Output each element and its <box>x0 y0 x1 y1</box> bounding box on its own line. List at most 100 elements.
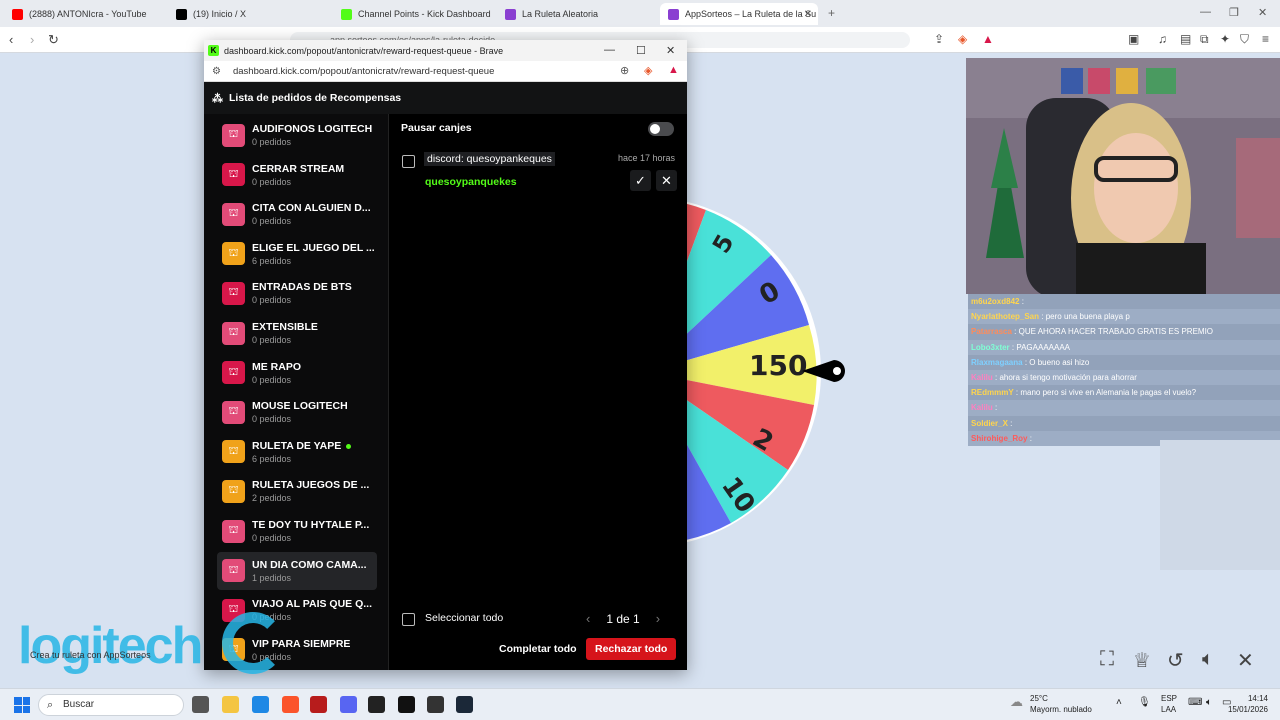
maximize-icon[interactable]: ❐ <box>1229 6 1239 19</box>
reward-item[interactable]: ⛫ TE DOY TU HYTALE P... 0 pedidos <box>217 512 377 550</box>
webcam-overlay <box>966 58 1280 294</box>
popup-close-icon[interactable]: ✕ <box>666 44 675 57</box>
reward-gift-icon: ⛫ <box>222 202 245 226</box>
sound-icon[interactable]: 🔈︎ <box>1202 648 1214 671</box>
tab-x[interactable]: (19) Inicio / X <box>168 3 328 25</box>
zoom-icon[interactable]: ⊕ <box>620 64 629 77</box>
xbox-icon[interactable] <box>368 696 385 713</box>
appsorteos-credit[interactable]: Crea tu ruleta con AppSorteos <box>30 650 151 660</box>
language-indicator[interactable]: ESP LAA <box>1161 693 1177 715</box>
popup-minimize-icon[interactable]: — <box>604 44 615 56</box>
browser-tab-bar: (2888) ANTONIcra - YouTube (19) Inicio /… <box>0 0 1280 27</box>
epic-icon[interactable] <box>427 696 444 713</box>
close-tab-icon[interactable]: ✕ <box>804 9 812 20</box>
chat-username: REdmmmY <box>971 388 1014 398</box>
reject-all-button[interactable]: Rechazar todo <box>586 638 677 660</box>
reward-name: RULETA DE YAPE <box>252 440 352 452</box>
menu-icon[interactable]: ≡ <box>1262 32 1269 46</box>
chat-text: : PAGAAAAAAA <box>1011 342 1071 352</box>
reward-item[interactable]: ⛫ ENTRADAS DE BTS 0 pedidos <box>217 274 377 312</box>
forward-icon[interactable]: › <box>30 32 34 47</box>
sidebar-icon[interactable]: ▣ <box>1128 32 1139 46</box>
request-username[interactable]: quesoypanquekes <box>425 176 517 188</box>
tray-chevron-icon[interactable]: ˄ <box>1116 697 1122 708</box>
tab-youtube[interactable]: (2888) ANTONIcra - YouTube <box>4 3 164 25</box>
logitech-g-logo <box>222 612 284 674</box>
webcam-image <box>966 58 1280 294</box>
mic-icon[interactable]: 🎙︎ <box>1138 697 1151 708</box>
reward-item[interactable]: ⛫ ME RAPO 0 pedidos <box>217 354 377 392</box>
reward-gift-icon: ⛫ <box>222 281 245 305</box>
reading-list-icon[interactable]: ▤ <box>1180 32 1191 46</box>
pause-redemptions-toggle[interactable] <box>648 122 674 136</box>
back-icon[interactable]: ‹ <box>9 32 13 47</box>
task-view-icon[interactable] <box>192 696 209 713</box>
pagination: ‹ 1 de 1 › <box>586 611 660 626</box>
volume-icon[interactable]: 🔈︎ <box>1206 697 1212 708</box>
windows-start-icon[interactable] <box>14 697 30 713</box>
discord-icon[interactable] <box>340 696 357 713</box>
site-settings-icon[interactable]: ⚙ <box>212 66 221 77</box>
prev-page-icon[interactable]: ‹ <box>586 611 590 626</box>
reward-item[interactable]: ⛫ RULETA JUEGOS DE ... 2 pedidos <box>217 472 377 510</box>
approve-check-icon[interactable]: ✓ <box>630 170 651 191</box>
taskbar-search[interactable]: ⌕ Buscar <box>38 694 184 716</box>
share-icon[interactable]: ⇪ <box>934 32 944 46</box>
reward-item[interactable]: ⛫ EXTENSIBLE 0 pedidos <box>217 314 377 352</box>
store-icon[interactable] <box>252 696 269 713</box>
reward-gift-icon: ⛫ <box>222 242 245 266</box>
select-all-checkbox[interactable] <box>402 613 415 626</box>
trophy-icon[interactable]: ♕ <box>1133 648 1151 673</box>
tiktok-icon[interactable] <box>398 696 415 713</box>
next-page-icon[interactable]: › <box>656 611 660 626</box>
tab-appsorteos[interactable]: AppSorteos – La Ruleta de la Su ✕ <box>660 3 818 25</box>
reward-gift-icon: ⛫ <box>222 400 245 424</box>
close-window-icon[interactable]: ✕ <box>1258 6 1267 19</box>
new-tab-icon[interactable]: + <box>828 6 835 20</box>
popup-rewards-icon[interactable]: ▲ <box>668 64 679 76</box>
extensions-icon[interactable]: ⧉ <box>1200 32 1209 47</box>
file-explorer-icon[interactable] <box>222 696 239 713</box>
reward-item[interactable]: ⛫ RULETA DE YAPE 6 pedidos <box>217 433 377 471</box>
popup-shield-icon[interactable]: ◈ <box>644 64 652 77</box>
network-icon[interactable]: ⌨ <box>1188 697 1202 708</box>
tab-ruleta-aleatoria[interactable]: La Ruleta Aleatoria <box>497 3 657 25</box>
reward-item[interactable]: ⛫ AUDIFONOS LOGITECH 0 pedidos <box>217 116 377 154</box>
reward-item[interactable]: ⛫ ELIGE EL JUEGO DEL ... 6 pedidos <box>217 235 377 273</box>
reward-item[interactable]: ⛫ MOUSE LOGITECH 0 pedidos <box>217 393 377 431</box>
reset-icon[interactable]: ↺ <box>1167 648 1184 673</box>
reward-queue-header: ⁂ Lista de pedidos de Recompensas <box>204 82 687 114</box>
reward-name: ELIGE EL JUEGO DEL ... <box>252 241 375 254</box>
close-wheel-icon[interactable]: ✕ <box>1237 648 1254 673</box>
steam-icon[interactable] <box>456 696 473 713</box>
reject-x-icon[interactable]: ✕ <box>656 170 677 191</box>
logitech-logo: logitech <box>18 617 203 675</box>
request-time: hace 17 horas <box>618 153 676 163</box>
app-icon[interactable] <box>310 696 327 713</box>
reward-item[interactable]: ⛫ UN DIA COMO CAMA... 1 pedidos <box>217 551 377 590</box>
popup-url[interactable]: dashboard.kick.com/popout/antonicratv/re… <box>233 66 494 77</box>
fullscreen-icon[interactable]: ⛶ <box>1100 648 1114 671</box>
reward-item[interactable]: ⛫ CITA CON ALGUIEN D... 0 pedidos <box>217 195 377 233</box>
brave-rewards-icon[interactable]: ▲ <box>982 32 994 46</box>
chat-message: REdmmmY : mano pero si vive en Alemania … <box>968 385 1280 401</box>
media-icon[interactable]: ♫ <box>1158 32 1167 46</box>
weather-widget[interactable]: 25°C Mayorm. nublado <box>1030 693 1092 715</box>
clock[interactable]: 14:14 15/01/2026 <box>1226 693 1268 715</box>
reward-count: 0 pedidos <box>252 216 292 227</box>
page-indicator: 1 de 1 <box>606 611 640 626</box>
complete-all-button[interactable]: Completar todo <box>491 638 585 660</box>
brave-shield-icon[interactable]: ◈ <box>958 32 967 46</box>
request-checkbox[interactable] <box>402 155 415 168</box>
vpn-icon[interactable]: ⛉ <box>1240 32 1249 47</box>
minimize-icon[interactable]: — <box>1200 6 1211 18</box>
popup-maximize-icon[interactable]: ☐ <box>636 44 646 57</box>
tab-kick-dashboard[interactable]: Channel Points - Kick Dashboard <box>333 3 493 25</box>
x-icon <box>176 8 187 20</box>
brave-taskbar-icon[interactable] <box>282 696 299 713</box>
reload-icon[interactable]: ↻ <box>48 32 59 48</box>
reward-item[interactable]: ⛫ CERRAR STREAM 0 pedidos <box>217 156 377 194</box>
chat-username: Shirohige_Roy <box>971 433 1028 443</box>
leo-icon[interactable]: ✦ <box>1220 32 1230 46</box>
reward-count: 1 pedidos <box>252 572 292 583</box>
